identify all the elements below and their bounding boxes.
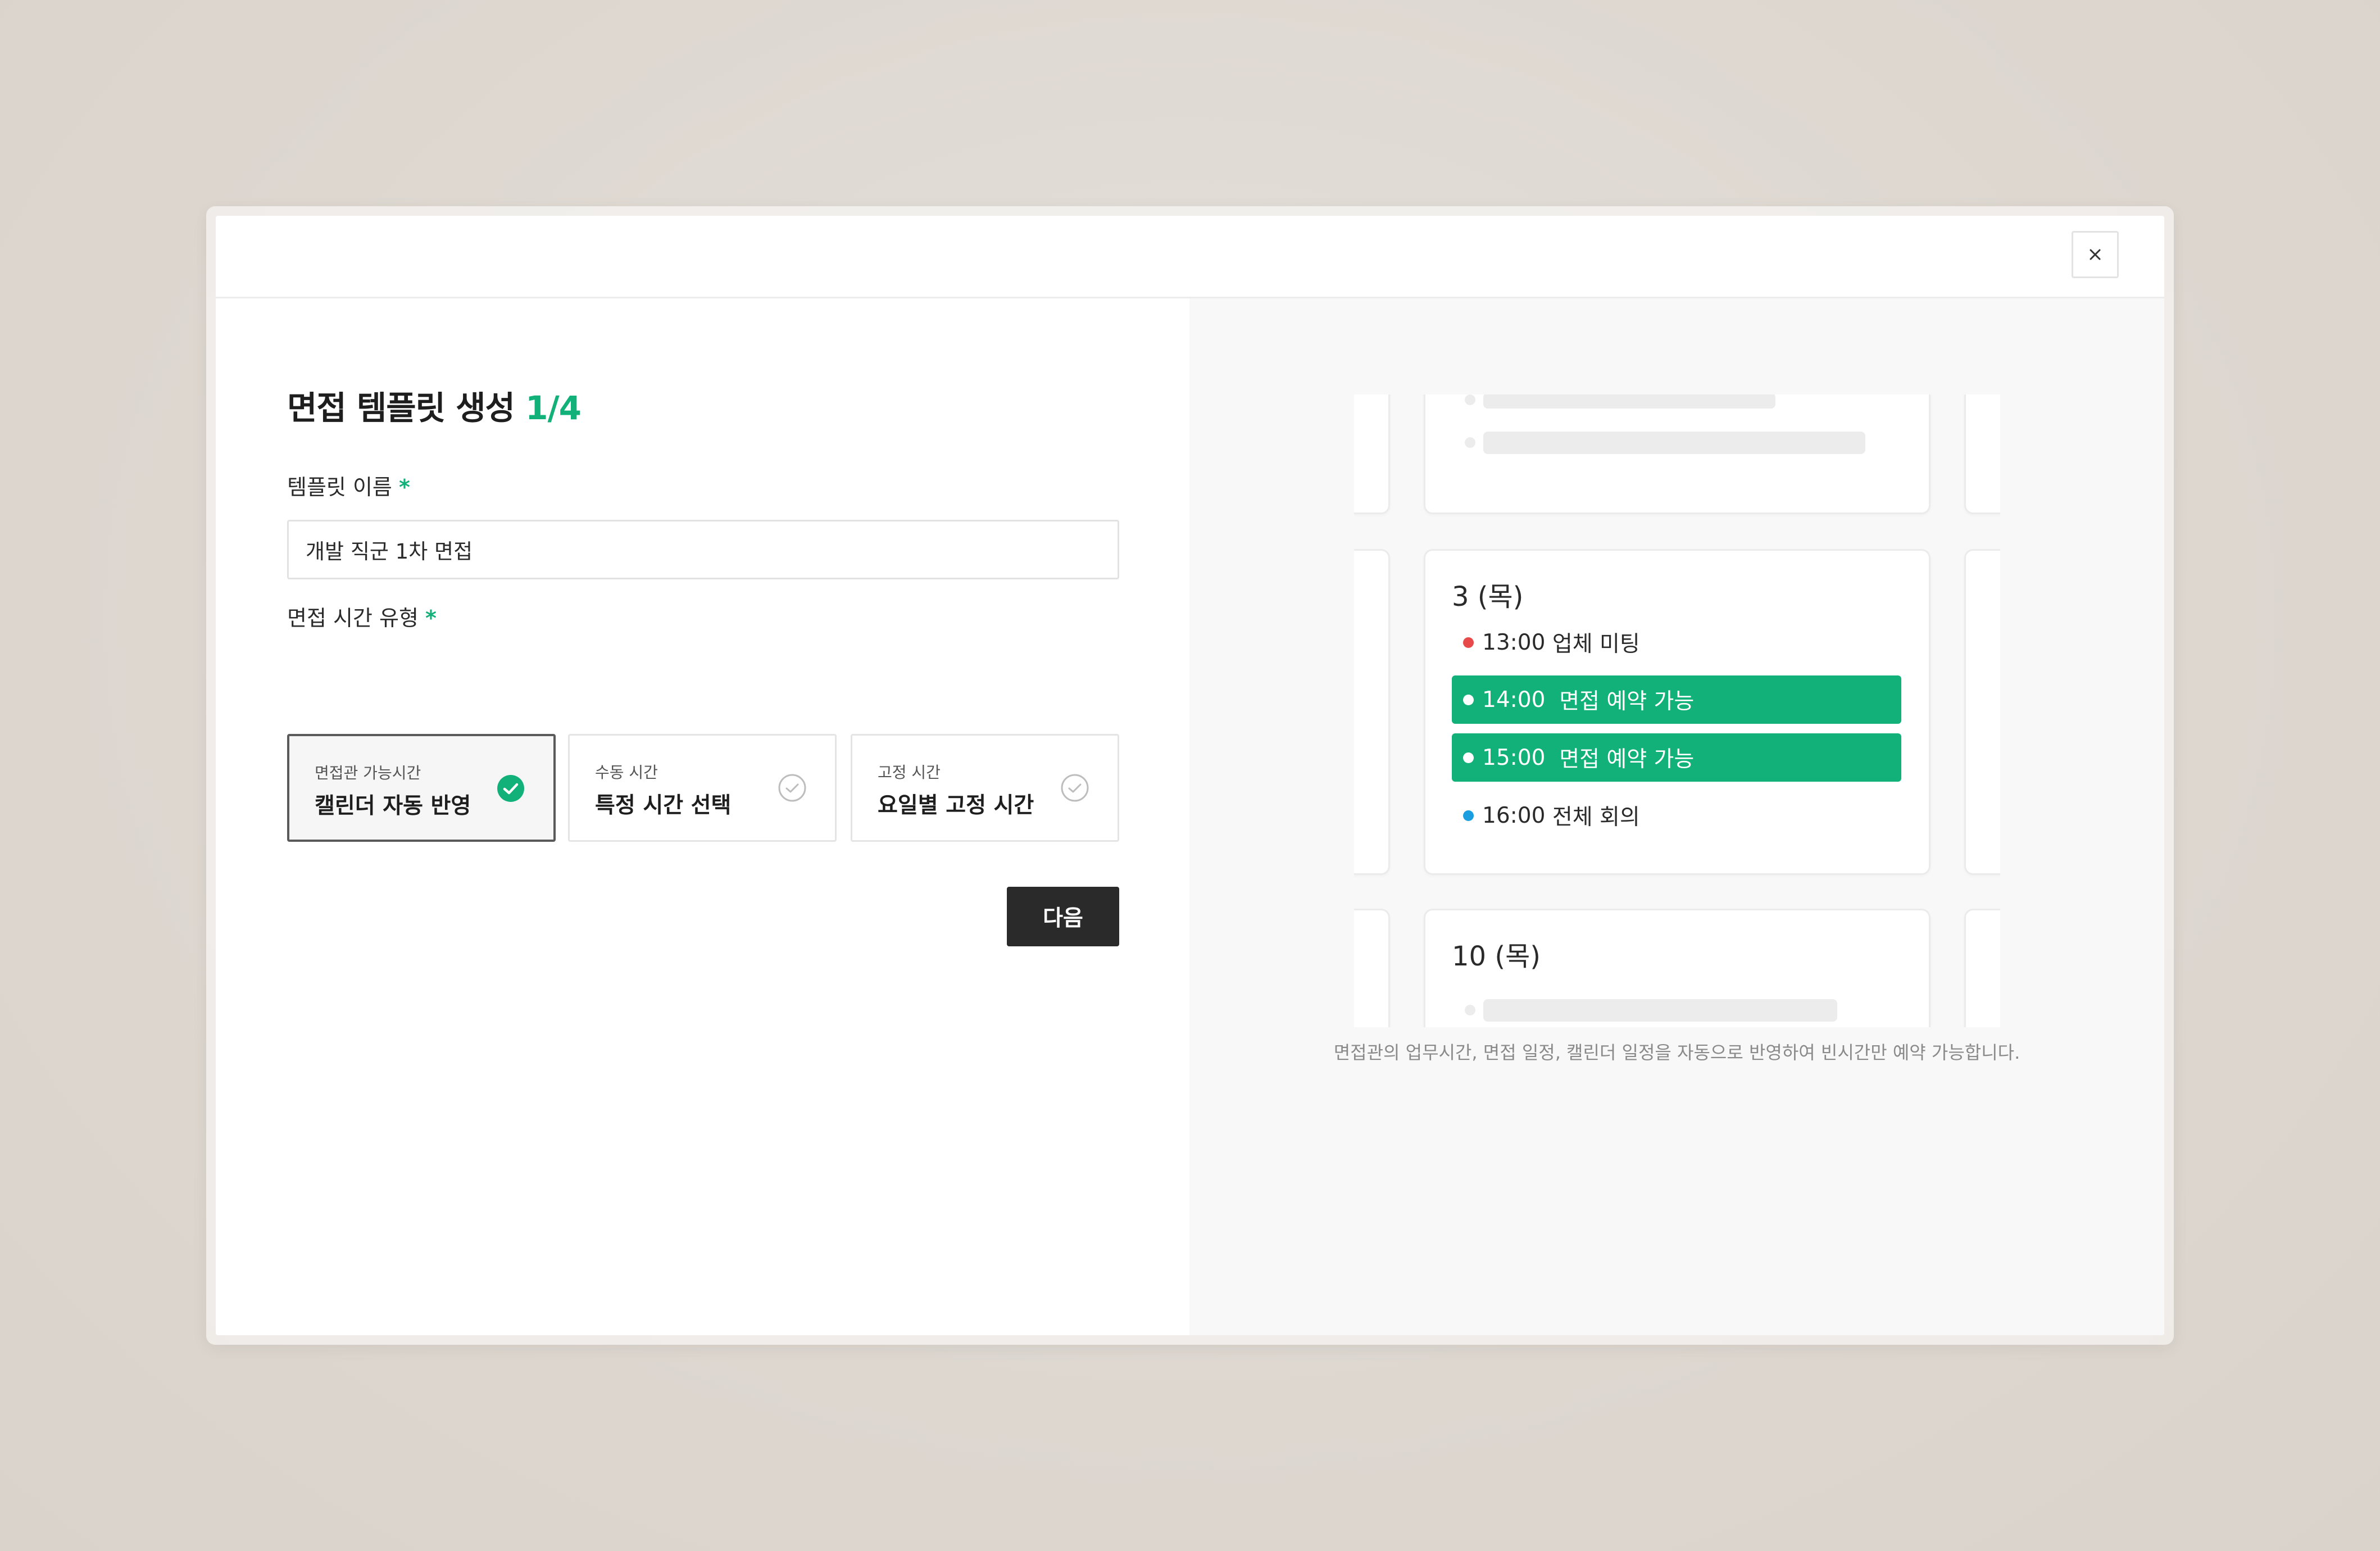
event-dot xyxy=(1463,637,1474,648)
skeleton-dot xyxy=(1465,1005,1475,1015)
event-title: 업체 미팅 xyxy=(1552,632,1640,657)
calendar-preview: 3 (목) 13:00 업체 미팅 14:00 면접 예약 가능 15:00 면… xyxy=(1354,394,2000,1027)
calendar-event-busy: 13:00 업체 미팅 xyxy=(1452,618,1901,666)
option-sub-label: 고정 시간 xyxy=(878,763,941,782)
skeleton-dot xyxy=(1465,437,1475,448)
side-card-stub xyxy=(1354,394,1390,514)
skeleton-bar xyxy=(1483,432,1865,454)
option-fixed-time[interactable]: 고정 시간 요일별 고정 시간 xyxy=(851,734,1119,842)
skeleton-bar xyxy=(1483,999,1837,1022)
check-circle-filled-icon xyxy=(497,775,524,802)
modal-header xyxy=(216,216,2164,298)
required-mark: * xyxy=(425,606,437,631)
template-name-label-text: 템플릿 이름 xyxy=(287,475,392,500)
option-main-label: 캘린더 자동 반영 xyxy=(315,793,471,819)
day-card-previous xyxy=(1424,394,1931,514)
calendar-event-meeting: 16:00 전체 회의 xyxy=(1452,791,1901,840)
check-circle-outline-icon xyxy=(778,774,806,802)
event-dot xyxy=(1463,810,1474,821)
skeleton-dot xyxy=(1465,394,1475,405)
close-button[interactable] xyxy=(2072,231,2119,278)
preview-caption: 면접관의 업무시간, 면접 일정, 캘린더 일정을 자동으로 반영하여 빈시간만… xyxy=(1333,1042,2020,1063)
side-card-stub xyxy=(1964,549,2000,875)
card-date: 3 (목) xyxy=(1452,581,1524,613)
event-time: 14:00 xyxy=(1482,687,1546,713)
side-card-stub xyxy=(1964,909,2000,1027)
required-mark: * xyxy=(398,475,410,500)
card-date: 10 (목) xyxy=(1452,941,1541,972)
form-pane: 면접 템플릿 생성 1/4 템플릿 이름 * 면접 시간 유형 * 면접관 가능… xyxy=(216,298,1189,1335)
calendar-slot-available[interactable]: 14:00 면접 예약 가능 xyxy=(1452,675,1901,724)
event-dot xyxy=(1463,752,1474,763)
day-card-next: 10 (목) xyxy=(1424,909,1931,1027)
next-button[interactable]: 다음 xyxy=(1007,887,1119,946)
side-card-stub xyxy=(1354,909,1390,1027)
step-indicator: 1/4 xyxy=(525,389,582,427)
event-title: 전체 회의 xyxy=(1552,805,1640,830)
event-title: 면접 예약 가능 xyxy=(1559,689,1695,714)
option-manual-time[interactable]: 수동 시간 특정 시간 선택 xyxy=(568,734,837,842)
event-title: 면접 예약 가능 xyxy=(1559,747,1695,772)
event-time: 16:00 xyxy=(1482,802,1546,828)
template-name-label: 템플릿 이름 * xyxy=(287,470,410,501)
page-title: 면접 템플릿 생성 1/4 xyxy=(287,382,582,429)
time-type-label-text: 면접 시간 유형 xyxy=(287,606,419,631)
option-main-label: 특정 시간 선택 xyxy=(595,793,732,818)
event-dot xyxy=(1463,694,1474,705)
check-circle-outline-icon xyxy=(1061,774,1089,802)
event-time: 13:00 xyxy=(1482,629,1546,655)
option-sub-label: 수동 시간 xyxy=(595,763,658,782)
option-calendar-auto[interactable]: 면접관 가능시간 캘린더 자동 반영 xyxy=(287,734,556,842)
day-card: 3 (목) 13:00 업체 미팅 14:00 면접 예약 가능 15:00 면… xyxy=(1424,549,1931,875)
side-card-stub xyxy=(1964,394,2000,514)
create-template-modal: 면접 템플릿 생성 1/4 템플릿 이름 * 면접 시간 유형 * 면접관 가능… xyxy=(216,216,2164,1335)
event-time: 15:00 xyxy=(1482,745,1546,770)
option-sub-label: 면접관 가능시간 xyxy=(315,764,421,782)
calendar-slot-available[interactable]: 15:00 면접 예약 가능 xyxy=(1452,733,1901,782)
preview-pane: 3 (목) 13:00 업체 미팅 14:00 면접 예약 가능 15:00 면… xyxy=(1189,298,2164,1335)
side-card-stub xyxy=(1354,549,1390,875)
option-main-label: 요일별 고정 시간 xyxy=(878,793,1034,818)
title-text: 면접 템플릿 생성 xyxy=(287,389,515,427)
skeleton-bar xyxy=(1483,394,1775,409)
close-icon xyxy=(2090,249,2101,260)
time-type-label: 면접 시간 유형 * xyxy=(287,601,437,632)
template-name-input[interactable] xyxy=(287,520,1119,579)
